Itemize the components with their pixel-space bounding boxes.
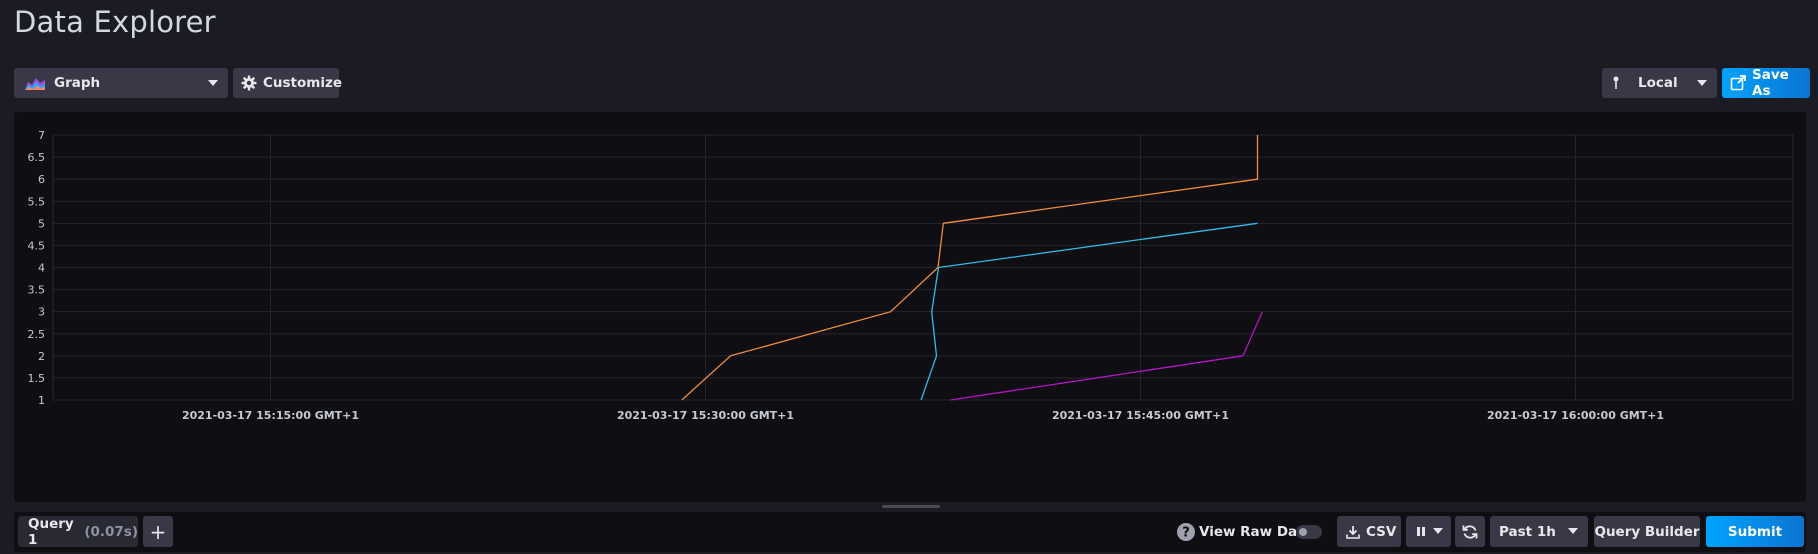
- submit-label: Submit: [1727, 523, 1783, 540]
- customize-button[interactable]: Customize: [233, 68, 342, 98]
- pin-icon: [1612, 76, 1620, 90]
- graph-icon: [24, 75, 46, 91]
- query-builder-label: Query Builder: [1594, 523, 1700, 540]
- query-tab-label: Query 1: [28, 515, 74, 548]
- y-tick-label: 2.5: [28, 328, 46, 341]
- pause-icon: [1416, 526, 1426, 537]
- graph-panel: 1 1.5 2 2.5 3 3.5 4 4.5 5 5.5 6 6.5 7 2021-03-17 15:…: [14, 112, 1806, 502]
- query-tab[interactable]: Query 1 (0.07s): [18, 515, 138, 548]
- csv-label: CSV: [1366, 523, 1397, 540]
- chevron-down-icon: [1568, 528, 1578, 534]
- refresh-icon: [1462, 524, 1478, 540]
- query-builder-button[interactable]: Query Builder: [1594, 516, 1700, 547]
- csv-download-button[interactable]: CSV: [1337, 516, 1401, 547]
- time-range-label: Past 1h: [1499, 523, 1556, 540]
- y-tick-label: 7: [38, 129, 45, 142]
- save-as-button[interactable]: Save As: [1722, 67, 1810, 99]
- x-tick-label: 2021-03-17 16:00:00 GMT+1: [1487, 409, 1664, 422]
- chevron-down-icon: [1433, 528, 1443, 534]
- chevron-down-icon: [208, 80, 218, 86]
- view-type-label: Graph: [54, 75, 101, 91]
- svg-text:?: ?: [1182, 526, 1190, 541]
- add-query-button[interactable]: +: [143, 516, 173, 547]
- y-tick-label: 5: [38, 217, 45, 230]
- help-icon[interactable]: ?: [1177, 523, 1195, 541]
- query-bar: Query 1 (0.07s) + ? View Raw Data CSV Pa…: [14, 512, 1806, 552]
- export-icon: [1730, 75, 1746, 91]
- y-tick-label: 1: [38, 394, 45, 407]
- y-tick-label: 6: [38, 173, 45, 186]
- y-tick-label: 4.5: [28, 239, 46, 252]
- refresh-button[interactable]: [1455, 516, 1485, 547]
- timezone-label: Local: [1638, 75, 1678, 91]
- x-tick-label: 2021-03-17 15:15:00 GMT+1: [182, 409, 359, 422]
- timezone-dropdown[interactable]: Local: [1602, 68, 1717, 98]
- gear-icon: [241, 75, 257, 91]
- view-raw-data-toggle[interactable]: [1296, 525, 1322, 539]
- plus-icon: +: [149, 519, 167, 544]
- view-type-dropdown[interactable]: Graph: [14, 68, 228, 98]
- download-icon: [1346, 525, 1360, 539]
- autorefresh-dropdown[interactable]: [1406, 516, 1451, 547]
- y-tick-label: 6.5: [28, 151, 46, 164]
- y-tick-label: 1.5: [28, 372, 46, 385]
- resize-handle[interactable]: [882, 505, 940, 508]
- y-tick-label: 3: [38, 306, 45, 319]
- line-chart[interactable]: 1 1.5 2 2.5 3 3.5 4 4.5 5 5.5 6 6.5 7 2021-03-17 15:…: [14, 112, 1806, 502]
- y-tick-label: 2: [38, 350, 45, 363]
- chevron-down-icon: [1697, 80, 1707, 86]
- time-range-dropdown[interactable]: Past 1h: [1490, 516, 1588, 547]
- y-tick-label: 3.5: [28, 284, 46, 297]
- page-title: Data Explorer: [14, 5, 216, 39]
- save-as-label: Save As: [1752, 67, 1789, 99]
- y-tick-label: 5.5: [28, 195, 46, 208]
- y-tick-label: 4: [38, 262, 45, 275]
- customize-label: Customize: [263, 75, 342, 91]
- x-tick-label: 2021-03-17 15:45:00 GMT+1: [1052, 409, 1229, 422]
- query-tab-time: (0.07s): [84, 523, 138, 540]
- x-tick-label: 2021-03-17 15:30:00 GMT+1: [617, 409, 794, 422]
- submit-button[interactable]: Submit: [1706, 516, 1804, 547]
